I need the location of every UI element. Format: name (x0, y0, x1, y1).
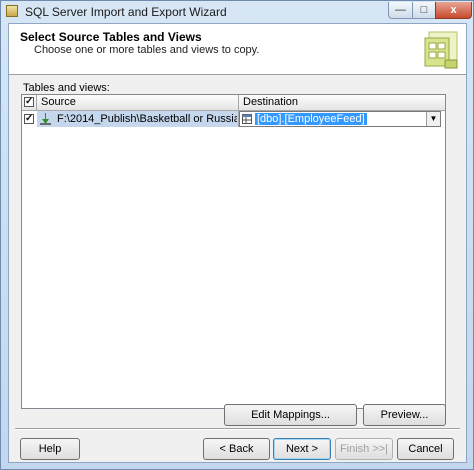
chevron-down-icon[interactable]: ▼ (426, 112, 440, 126)
help-button[interactable]: Help (20, 438, 80, 460)
wizard-window: SQL Server Import and Export Wizard — □ … (0, 0, 474, 470)
table-icon (242, 114, 252, 124)
row-checkbox[interactable]: ✓ (24, 114, 34, 124)
preview-button[interactable]: Preview... (363, 404, 446, 426)
next-button[interactable]: Next > (273, 438, 331, 460)
tables-grid: ✓ Source Destination ✓ F:\2014_Publish\B… (21, 94, 446, 409)
column-header-source[interactable]: Source (37, 95, 239, 110)
select-all-checkbox[interactable]: ✓ (24, 97, 34, 107)
page-subtitle: Choose one or more tables and views to c… (34, 44, 260, 56)
edit-mappings-button[interactable]: Edit Mappings... (224, 404, 357, 426)
destination-combobox[interactable]: [dbo].[EmployeeFeed] ▼ (239, 111, 441, 127)
page-title: Select Source Tables and Views (20, 30, 202, 44)
finish-button: Finish >>| (335, 438, 393, 460)
select-all-cell: ✓ (22, 95, 37, 110)
cancel-button[interactable]: Cancel (397, 438, 454, 460)
minimize-button[interactable]: — (388, 2, 413, 19)
title-bar: SQL Server Import and Export Wizard — □ … (1, 1, 473, 23)
table-row[interactable]: ✓ F:\2014_Publish\Basketball or Russian … (22, 111, 445, 127)
wizard-client-area: Select Source Tables and Views Choose on… (8, 23, 467, 463)
tables-and-views-label: Tables and views: (23, 82, 110, 94)
back-button[interactable]: < Back (203, 438, 270, 460)
wizard-tables-icon (424, 31, 458, 69)
column-header-destination[interactable]: Destination (239, 95, 445, 110)
grid-header: ✓ Source Destination (22, 95, 445, 111)
row-source-text: F:\2014_Publish\Basketball or Russian Do… (57, 113, 237, 125)
destination-value[interactable]: [dbo].[EmployeeFeed] (255, 113, 367, 125)
wizard-header: Select Source Tables and Views Choose on… (9, 24, 466, 75)
window-title: SQL Server Import and Export Wizard (25, 5, 227, 19)
maximize-button[interactable]: □ (412, 2, 436, 19)
app-icon (6, 5, 18, 17)
footer-divider (15, 428, 460, 430)
source-file-icon (40, 113, 51, 125)
close-button[interactable]: x (435, 2, 472, 19)
row-source-cell[interactable]: F:\2014_Publish\Basketball or Russian Do… (37, 111, 239, 127)
